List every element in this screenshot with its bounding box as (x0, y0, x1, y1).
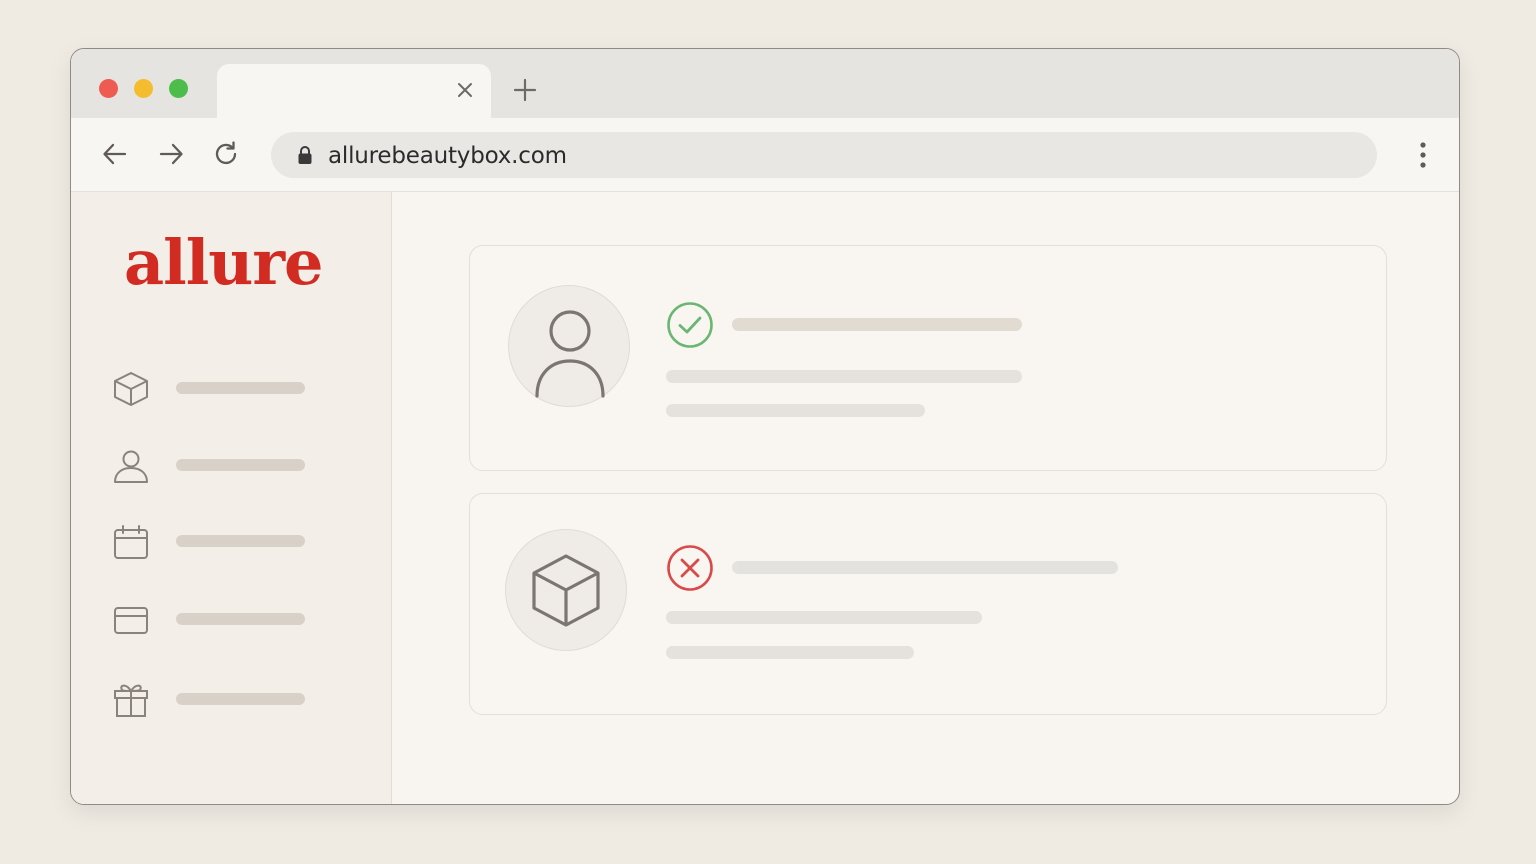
lock-icon (298, 146, 312, 164)
minimize-window-button[interactable] (134, 79, 153, 98)
account-status-card[interactable] (469, 245, 1387, 471)
text-line-placeholder (666, 370, 1022, 383)
box-status-card[interactable] (469, 493, 1387, 715)
gift-icon (114, 684, 148, 717)
close-window-button[interactable] (99, 79, 118, 98)
credit-card-icon (114, 607, 148, 634)
reload-icon[interactable] (212, 140, 240, 168)
sidebar-item-label-placeholder (176, 535, 305, 547)
browser-toolbar: allurebeautybox.com (71, 118, 1459, 192)
avatar (508, 285, 630, 407)
sidebar-item-box[interactable] (111, 369, 311, 409)
box-icon (532, 554, 600, 627)
sidebar-item-label-placeholder (176, 693, 305, 705)
maximize-window-button[interactable] (169, 79, 188, 98)
sidebar-item-account[interactable] (111, 446, 311, 486)
check-circle-icon (667, 302, 713, 348)
sidebar-item-label-placeholder (176, 459, 305, 471)
text-line-placeholder (666, 611, 982, 624)
tab-strip (71, 49, 1459, 118)
sidebar-item-label-placeholder (176, 613, 305, 625)
box-icon (114, 372, 148, 406)
more-options-icon[interactable] (1417, 140, 1429, 170)
sidebar-item-label-placeholder (176, 382, 305, 394)
title-placeholder (732, 318, 1022, 331)
address-bar[interactable]: allurebeautybox.com (271, 132, 1377, 178)
user-icon (535, 310, 605, 398)
user-icon (114, 450, 148, 483)
sidebar-item-gift[interactable] (111, 680, 311, 720)
url-text: allurebeautybox.com (328, 143, 567, 169)
allure-logo[interactable]: allure (124, 232, 323, 294)
browser-window: allurebeautybox.com allure (70, 48, 1460, 805)
text-line-placeholder (666, 404, 925, 417)
back-arrow-icon[interactable] (101, 140, 129, 168)
sidebar-item-calendar[interactable] (111, 522, 311, 562)
x-circle-icon (667, 545, 713, 591)
sidebar: allure (71, 192, 392, 804)
forward-arrow-icon[interactable] (157, 140, 185, 168)
text-line-placeholder (666, 646, 914, 659)
box-avatar (505, 529, 627, 651)
browser-tab[interactable] (217, 64, 491, 118)
sidebar-item-payment[interactable] (111, 600, 311, 640)
close-tab-icon[interactable] (455, 80, 475, 100)
new-tab-icon[interactable] (513, 78, 537, 102)
title-placeholder (732, 561, 1118, 574)
calendar-icon (114, 525, 148, 559)
